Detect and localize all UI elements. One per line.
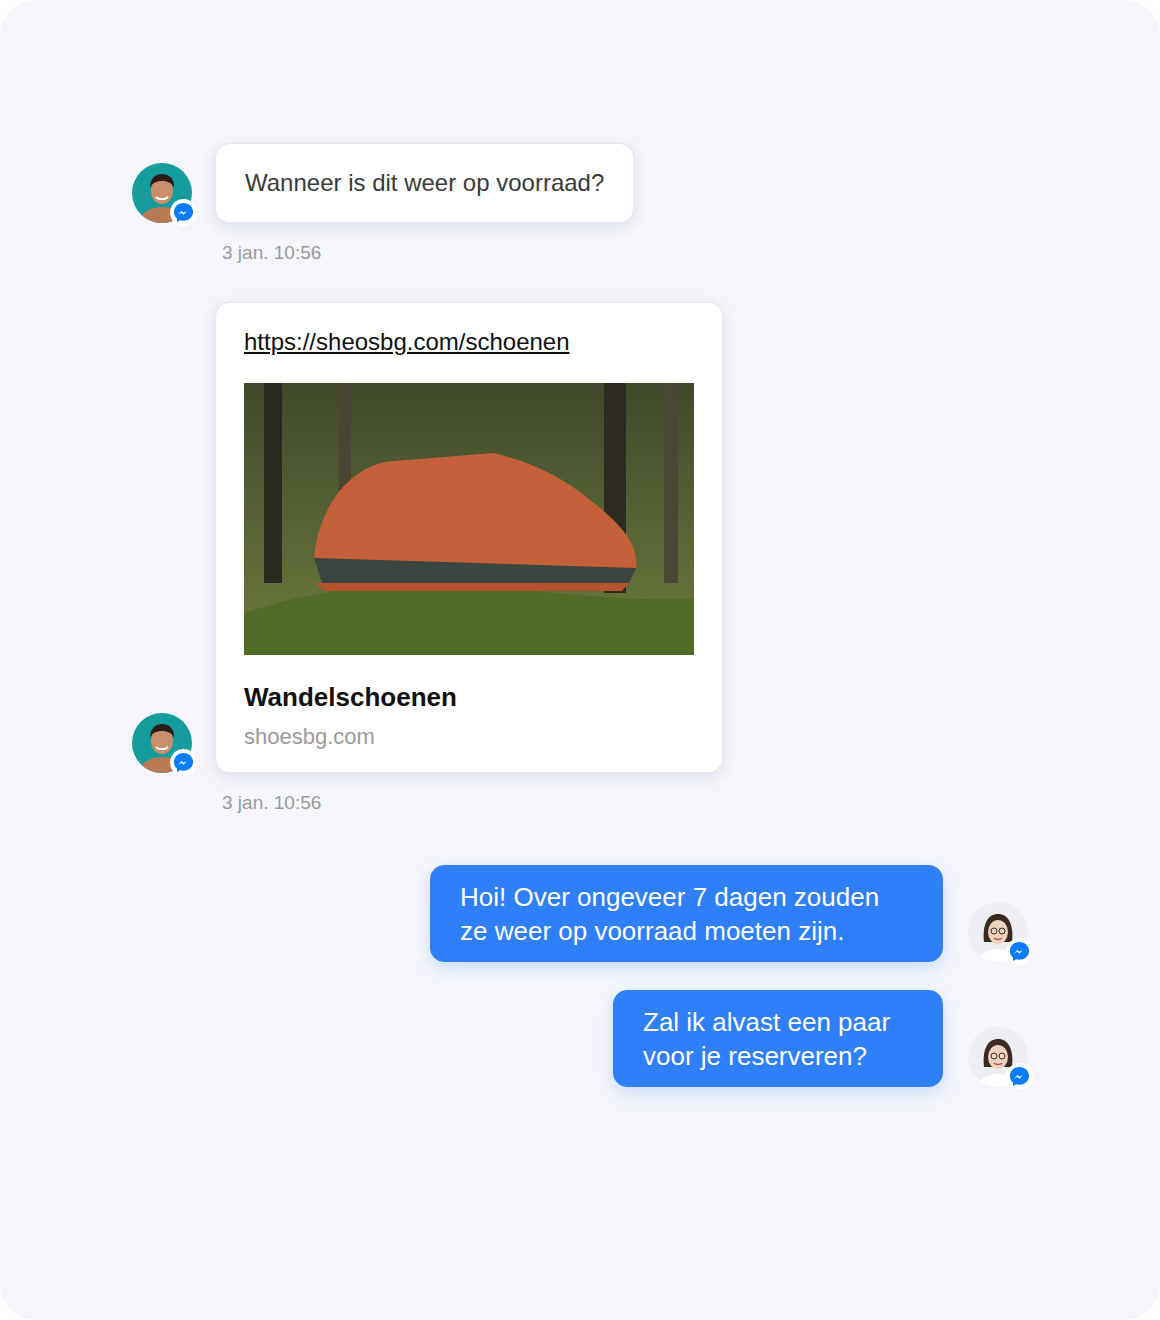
messenger-badge bbox=[170, 749, 197, 776]
message-row: Wanneer is dit weer op voorraad? bbox=[0, 143, 1160, 223]
link-domain: shoesbg.com bbox=[244, 724, 694, 750]
link-title: Wandelschoenen bbox=[244, 682, 694, 712]
messenger-icon bbox=[170, 199, 197, 226]
message-bubble: Hoi! Over ongeveer 7 dagen zouden ze wee… bbox=[430, 865, 943, 962]
chat-window: Wanneer is dit weer op voorraad? 3 jan. 1… bbox=[0, 0, 1160, 1320]
messenger-icon bbox=[1006, 1063, 1033, 1090]
message-bubble: Wanneer is dit weer op voorraad? bbox=[215, 143, 634, 223]
message-row: https://sheosbg.com/schoenen Wandelschoen… bbox=[0, 302, 1160, 773]
message-time: 3 jan. 10:56 bbox=[0, 791, 1160, 815]
message-row: Zal ik alvast een paar voor je reservere… bbox=[0, 990, 1160, 1087]
messenger-badge bbox=[1006, 1063, 1033, 1090]
message-bubble: Zal ik alvast een paar voor je reservere… bbox=[613, 990, 943, 1087]
customer-avatar bbox=[132, 713, 192, 773]
messenger-badge bbox=[1006, 938, 1033, 965]
message-text: Hoi! Over ongeveer 7 dagen zouden ze wee… bbox=[460, 882, 879, 946]
message-text: Zal ik alvast een paar voor je reservere… bbox=[643, 1007, 890, 1071]
message-time: 3 jan. 10:56 bbox=[0, 241, 1160, 265]
agent-avatar bbox=[968, 1027, 1028, 1087]
messenger-icon bbox=[170, 749, 197, 776]
messenger-icon bbox=[1006, 938, 1033, 965]
message-row: Hoi! Over ongeveer 7 dagen zouden ze wee… bbox=[0, 865, 1160, 962]
message-text: Wanneer is dit weer op voorraad? bbox=[245, 169, 604, 196]
link-url[interactable]: https://sheosbg.com/schoenen bbox=[244, 327, 694, 357]
customer-avatar bbox=[132, 163, 192, 223]
link-preview-card[interactable]: https://sheosbg.com/schoenen Wandelschoen… bbox=[215, 302, 723, 773]
messenger-badge bbox=[170, 199, 197, 226]
product-photo bbox=[244, 383, 694, 655]
agent-avatar bbox=[968, 902, 1028, 962]
